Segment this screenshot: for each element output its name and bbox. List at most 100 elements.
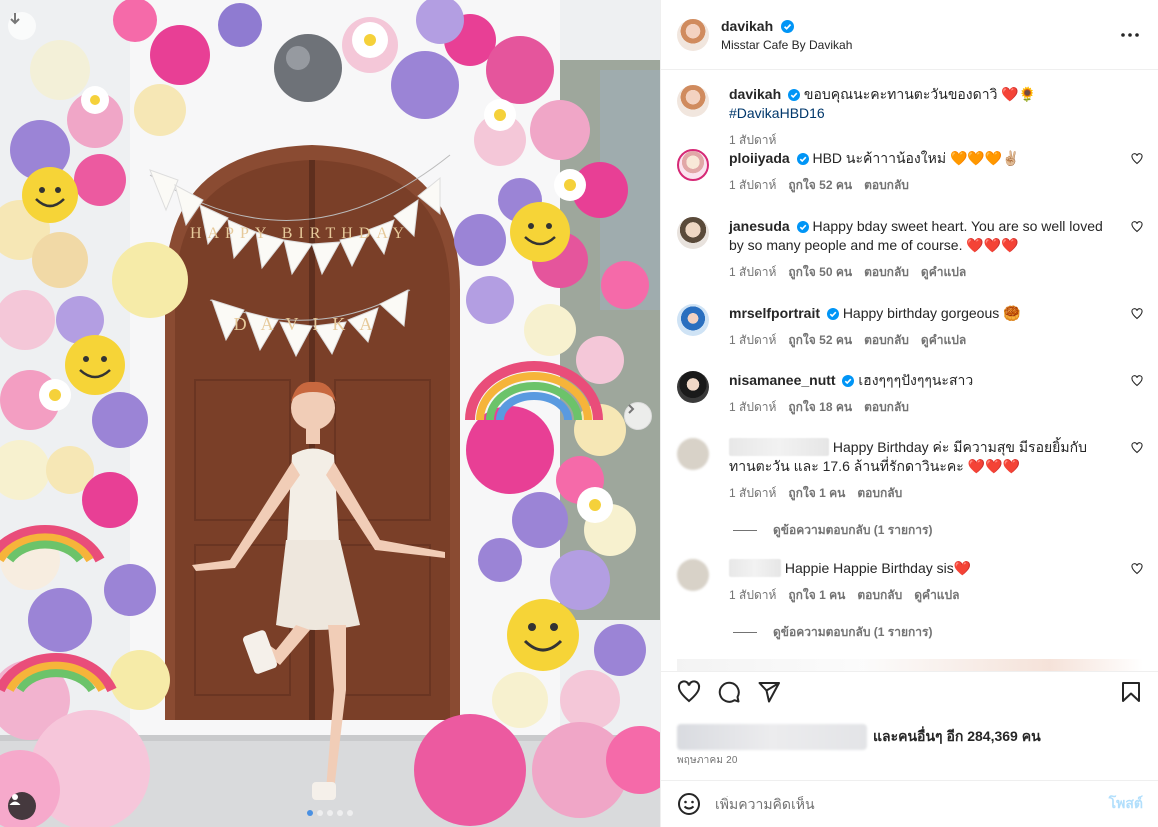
carousel-indicator <box>0 810 660 816</box>
download-button[interactable] <box>8 12 36 40</box>
carousel-dot <box>317 810 323 816</box>
reply-button[interactable]: ตอบกลับ <box>857 586 902 605</box>
more-options-button[interactable] <box>1118 23 1142 47</box>
verified-icon <box>780 19 794 33</box>
comment-text: Happy birthday gorgeous 🥮 <box>842 305 1021 321</box>
caption-hashtag[interactable]: #DavikaHBD16 <box>729 105 825 121</box>
carousel-dot <box>337 810 343 816</box>
user-tag-icon <box>9 794 21 805</box>
save-button[interactable] <box>1119 680 1143 704</box>
caption-username[interactable]: davikah <box>729 86 781 102</box>
avatar[interactable] <box>677 438 709 470</box>
post-comment-button[interactable]: โพสต์ <box>1109 793 1143 815</box>
reply-button[interactable]: ตอบกลับ <box>864 263 909 282</box>
carousel-dot <box>327 810 333 816</box>
add-comment-bar: โพสต์ <box>661 780 1158 827</box>
comment-likes[interactable]: ถูกใจ 18 คน <box>788 398 852 417</box>
heart-icon[interactable] <box>1131 221 1143 233</box>
translate-button[interactable]: ดูคำแปล <box>921 331 966 350</box>
reply-button[interactable]: ตอบกลับ <box>864 176 909 195</box>
replies-divider <box>733 632 757 633</box>
banner-bottom-text: DAVIKA <box>234 314 387 334</box>
comment-time[interactable]: 1 สัปดาห์ <box>729 484 776 503</box>
view-replies-label[interactable]: ดูข้อความตอบกลับ (1 รายการ) <box>773 521 932 540</box>
share-button[interactable] <box>757 680 781 704</box>
comment-time[interactable]: 1 สัปดาห์ <box>729 176 776 195</box>
blurred-username[interactable] <box>729 559 781 577</box>
banner-top-text: HAPPY BIRTHDAY <box>190 225 410 242</box>
verified-icon <box>788 89 801 101</box>
avatar[interactable] <box>677 85 709 117</box>
heart-icon[interactable] <box>1131 442 1143 454</box>
comment-time[interactable]: 1 สัปดาห์ <box>729 398 776 417</box>
carousel-dot <box>307 810 313 816</box>
comment-icon <box>718 681 740 703</box>
view-replies-button[interactable]: ดูข้อความตอบกลับ (1 รายการ) <box>733 623 932 642</box>
comment-time[interactable]: 1 สัปดาห์ <box>729 331 776 350</box>
post-photo[interactable]: HAPPY BIRTHDAY DAVIKA <box>0 0 660 827</box>
heart-icon[interactable] <box>1131 153 1143 165</box>
comment-username[interactable]: ploiiyada <box>729 150 790 166</box>
heart-icon[interactable] <box>1131 308 1143 320</box>
caption-text: ขอบคุณนะคะทานตะวันของดาวิ ❤️🌻 <box>803 86 1037 102</box>
carousel-dot <box>347 810 353 816</box>
blurred-likers[interactable] <box>677 724 867 750</box>
comment-likes[interactable]: ถูกใจ 52 คน <box>788 331 852 350</box>
comment-username[interactable]: nisamanee_nutt <box>729 372 836 388</box>
chevron-right-icon <box>628 404 635 414</box>
comment-text: Happie Happie Birthday sis❤️ <box>784 560 972 576</box>
translate-button[interactable]: ดูคำแปล <box>914 586 959 605</box>
post-username[interactable]: davikah <box>721 18 773 34</box>
verified-icon <box>796 221 809 233</box>
comment-time[interactable]: 1 สัปดาห์ <box>729 263 776 282</box>
avatar[interactable] <box>677 371 709 403</box>
comment-likes[interactable]: ถูกใจ 50 คน <box>788 263 852 282</box>
comment-button[interactable] <box>717 680 741 704</box>
bookmark-icon <box>1122 681 1140 702</box>
comment-input[interactable] <box>715 796 1109 812</box>
next-photo-button[interactable] <box>624 402 652 430</box>
download-icon <box>10 13 20 25</box>
avatar[interactable] <box>677 304 709 336</box>
translate-button[interactable]: ดูคำแปล <box>921 263 966 282</box>
comment-username[interactable]: janesuda <box>729 218 790 234</box>
avatar[interactable] <box>677 149 709 181</box>
comment-time[interactable]: 1 สัปดาห์ <box>729 586 776 605</box>
share-icon <box>758 681 780 702</box>
avatar[interactable] <box>677 18 709 51</box>
comment-text: เฮงๆๆๆปังๆๆนะสาว <box>858 372 974 388</box>
likes-count-text[interactable]: และคนอื่นๆ อีก 284,369 คน <box>873 726 1041 748</box>
post-date[interactable]: พฤษภาคม 20 <box>677 753 738 768</box>
heart-icon <box>677 679 701 702</box>
replies-divider <box>733 530 757 531</box>
like-button[interactable] <box>677 679 701 704</box>
post-location[interactable]: Misstar Cafe By Davikah <box>721 38 1118 52</box>
verified-icon <box>796 153 809 165</box>
comment-likes[interactable]: ถูกใจ 52 คน <box>788 176 852 195</box>
heart-icon[interactable] <box>1131 375 1143 387</box>
verified-icon <box>826 308 839 320</box>
caption-time[interactable]: 1 สัปดาห์ <box>729 131 776 150</box>
verified-icon <box>842 375 855 387</box>
comment-likes[interactable]: ถูกใจ 1 คน <box>788 586 845 605</box>
likes-summary[interactable]: และคนอื่นๆ อีก 284,369 คน <box>677 724 1041 750</box>
emoji-icon[interactable] <box>677 792 701 816</box>
reply-button[interactable]: ตอบกลับ <box>864 398 909 417</box>
comment-username[interactable]: mrselfportrait <box>729 305 820 321</box>
view-replies-button[interactable]: ดูข้อความตอบกลับ (1 รายการ) <box>733 521 932 540</box>
comment-text: HBD นะค้าาาน้องใหม่ 🧡🧡🧡✌🏼 <box>812 150 1020 166</box>
comment-likes[interactable]: ถูกใจ 1 คน <box>788 484 845 503</box>
reply-button[interactable]: ตอบกลับ <box>857 484 902 503</box>
avatar[interactable] <box>677 217 709 249</box>
reply-button[interactable]: ตอบกลับ <box>864 331 909 350</box>
view-replies-label[interactable]: ดูข้อความตอบกลับ (1 รายการ) <box>773 623 932 642</box>
comments-list[interactable]: davikah ขอบคุณนะคะทานตะวันของดาวิ ❤️🌻 #D… <box>661 71 1158 671</box>
birthday-photo-illustration: HAPPY BIRTHDAY DAVIKA <box>0 0 660 827</box>
heart-icon[interactable] <box>1131 563 1143 575</box>
post-actions-bar <box>661 671 1158 711</box>
post-side-panel: davikah Misstar Cafe By Davikah davikah … <box>660 0 1158 827</box>
blurred-username[interactable] <box>729 438 829 456</box>
avatar[interactable] <box>677 559 709 591</box>
more-icon <box>1121 32 1139 37</box>
post-header: davikah Misstar Cafe By Davikah <box>661 0 1158 70</box>
